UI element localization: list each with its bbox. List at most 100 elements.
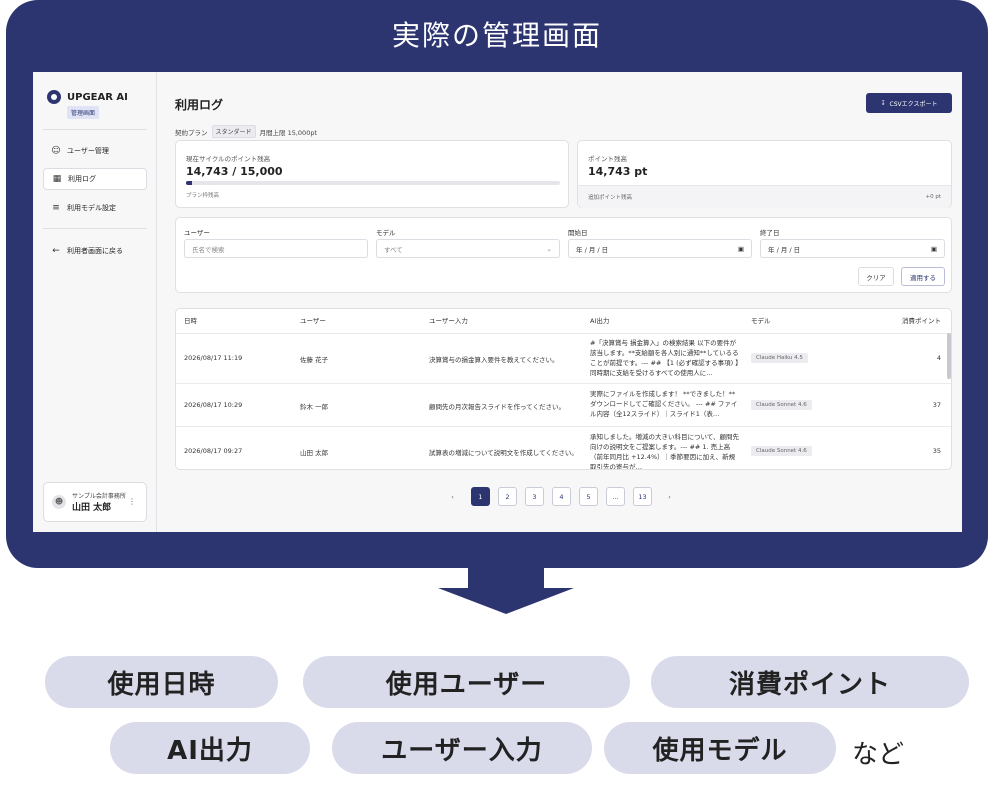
download-icon: ↧ [880,99,886,107]
col-header-user[interactable]: ユーザー [300,309,326,333]
col-header-points[interactable]: 消費ポイント [902,309,941,333]
tag-ai-output: AI出力 [110,722,310,774]
col-header-output[interactable]: AI出力 [590,309,609,333]
row-points: 37 [932,401,941,409]
col-header-model[interactable]: モデル [751,309,771,333]
back-link-label: 利用者画面に戻る [67,247,123,255]
filter-panel: ユーザー 氏名で検索 モデル すべて ⌄ 開始日 年 / 月 / 日 ▣ 終了日… [175,217,952,293]
more-icon[interactable]: ⋮ [128,497,136,506]
user-search-input[interactable]: 氏名で検索 [184,239,368,258]
row-output: 実際にファイルを作成します！ **できました！** ダウンロードしてご確認くださ… [590,390,738,418]
start-date-input[interactable]: 年 / 月 / 日 ▣ [568,239,752,258]
users-icon: ☺ [51,146,61,156]
model-select[interactable]: すべて ⌄ [376,239,560,258]
tag-usage-datetime: 使用日時 [45,656,278,708]
calendar-icon[interactable]: ▣ [738,245,744,253]
row-input: 顧問先の月次報告スライドを作ってください。 [429,403,565,411]
row-output: 承知しました。増減の大きい科目について、顧問先向けの説明文をご提案します。---… [590,433,739,470]
tag-model: 使用モデル [604,722,836,774]
row-input: 決算賞与の損金算入要件を教えてください。 [429,356,559,364]
arrow-down-icon [438,566,574,614]
page-button[interactable]: 1 [471,487,490,506]
plan-name-badge: スタンダード [211,125,256,138]
model-chip: Claude Sonnet 4.6 [751,446,812,456]
cycle-points-card: 現在サイクルのポイント残高 14,743 / 15,000 プラン枠残高 [175,140,569,208]
points-card-value: 14,743 pt [588,165,648,178]
row-user: 佐藤 花子 [300,356,329,364]
table-row[interactable]: 2026/08/17 09:27 山田 太郎 試算表の増減について説明文を作成し… [176,426,951,470]
cycle-card-sub: プラン枠残高 [186,193,220,199]
extra-points-value: +0 pt [925,194,941,200]
cycle-card-value: 14,743 / 15,000 [186,165,283,178]
row-points: 35 [932,447,941,455]
page-button[interactable]: 13 [633,487,652,506]
page-button[interactable]: 5 [579,487,598,506]
user-search-placeholder: 氏名で検索 [192,245,225,254]
tag-consumed-points: 消費ポイント [651,656,969,708]
sidebar-item-label: 利用モデル設定 [67,204,116,212]
sidebar-divider [43,228,147,229]
cycle-progress-bar [186,181,560,185]
frame-title: 実際の管理画面 [391,19,602,52]
row-user: 山田 太郎 [300,449,329,457]
back-to-user-screen-link[interactable]: ← 利用者画面に戻る [43,240,147,262]
plan-limit: 月間上限 15,000pt [259,128,317,137]
row-output: #「決算賞与 損金算入」の検索結果 以下の要件が該当します。**支給額を各人別に… [590,339,739,377]
table-row[interactable]: 2026/08/17 10:29 鈴木 一郎 顧問先の月次報告スライドを作ってく… [176,383,951,426]
row-date: 2026/08/17 10:29 [184,401,243,409]
sidebar: UPGEAR AI 管理画面 ☺ ユーザー管理 ▦ 利用ログ ≡ 利用モデル設定… [33,72,157,532]
start-date-label: 開始日 [568,229,588,237]
brand-logo[interactable]: UPGEAR AI [47,90,128,104]
row-input: 試算表の増減について説明文を作成してください。 [429,449,578,457]
end-date-value: 年 / 月 / 日 [768,245,801,254]
prev-page-button[interactable]: ‹ [443,487,462,506]
sidebar-item-label: ユーザー管理 [67,147,109,155]
plan-info: 契約プラン スタンダード 月間上限 15,000pt [175,125,317,138]
page-button[interactable]: 3 [525,487,544,506]
csv-export-label: CSVエクスポート [889,100,938,108]
model-chip: Claude Haiku 4.5 [751,353,808,363]
page-title: 利用ログ [175,98,224,112]
page-button[interactable]: 2 [498,487,517,506]
page-ellipsis: … [606,487,625,506]
user-org: サンプル会計事務所 [72,493,126,500]
tags-suffix: など [852,740,905,770]
current-user-card[interactable]: ☻ サンプル会計事務所 山田 太郎 ⋮ [43,482,147,522]
calendar-icon[interactable]: ▣ [931,245,937,253]
sliders-icon: ≡ [52,203,60,213]
sidebar-item-users[interactable]: ☺ ユーザー管理 [43,140,147,162]
apply-button[interactable]: 適用する [901,267,945,286]
sidebar-item-logs[interactable]: ▦ 利用ログ [43,168,147,190]
sidebar-item-model-settings[interactable]: ≡ 利用モデル設定 [43,197,147,219]
next-page-button[interactable]: › [660,487,679,506]
points-card-footer: 追加ポイント残高 +0 pt [578,185,951,208]
cycle-card-label: 現在サイクルのポイント残高 [186,155,271,163]
start-date-value: 年 / 月 / 日 [576,245,609,254]
chevron-down-icon: ⌄ [546,244,552,253]
plan-label: 契約プラン [175,128,208,137]
admin-badge: 管理画面 [67,106,100,119]
row-points: 4 [936,354,941,362]
clear-button[interactable]: クリア [858,267,894,286]
sidebar-item-label: 利用ログ [68,175,96,183]
user-filter-label: ユーザー [184,229,210,237]
row-user: 鈴木 一郎 [300,403,329,411]
row-date: 2026/08/17 11:19 [184,354,243,362]
avatar: ☻ [52,495,66,509]
arrow-left-icon: ← [52,246,60,256]
table-scrollbar[interactable] [947,333,951,379]
user-name: 山田 太郎 [72,503,112,513]
brand-name: UPGEAR AI [67,91,128,103]
end-date-input[interactable]: 年 / 月 / 日 ▣ [760,239,945,258]
log-icon: ▦ [52,174,62,184]
model-select-value: すべて [384,245,403,254]
tag-user-input: ユーザー入力 [332,722,592,774]
points-balance-card: ポイント残高 14,743 pt 追加ポイント残高 +0 pt [577,140,952,208]
table-row[interactable]: 2026/08/17 11:19 佐藤 花子 決算賞与の損金算入要件を教えてくだ… [176,333,951,383]
usage-log-table: 日時 ユーザー ユーザー入力 AI出力 モデル 消費ポイント 2026/08/1… [175,308,952,470]
col-header-date[interactable]: 日時 [184,309,197,333]
page-button[interactable]: 4 [552,487,571,506]
col-header-input[interactable]: ユーザー入力 [429,309,468,333]
csv-export-button[interactable]: ↧ CSVエクスポート [866,93,952,113]
admin-screen: UPGEAR AI 管理画面 ☺ ユーザー管理 ▦ 利用ログ ≡ 利用モデル設定… [33,72,962,532]
